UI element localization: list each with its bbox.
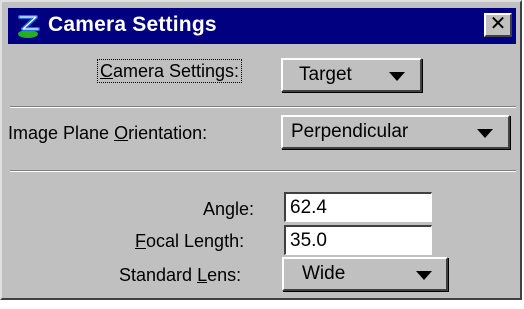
- camera-settings-dialog: Camera Settings ✕ Camera Settings: Targe…: [0, 0, 522, 300]
- standard-lens-dropdown[interactable]: Wide: [282, 257, 448, 291]
- image-plane-orientation-label: Image Plane Orientation:: [8, 123, 207, 144]
- angle-label-pre: An: [203, 199, 226, 219]
- image-plane-label-mnemonic: O: [114, 123, 129, 143]
- microstation-logo-icon: [18, 15, 40, 38]
- camera-settings-label: Camera Settings:: [97, 59, 243, 83]
- focal-length-label-mnemonic: F: [135, 231, 146, 251]
- focal-length-label-post: ocal Length:: [146, 231, 245, 251]
- angle-label-mnemonic: g: [225, 199, 236, 219]
- angle-input[interactable]: [286, 194, 431, 221]
- chevron-down-icon: [416, 271, 432, 280]
- standard-lens-label-post: ens:: [207, 265, 242, 285]
- title-bar[interactable]: Camera Settings ✕: [8, 8, 516, 44]
- camera-settings-label-post: amera Settings:: [113, 61, 240, 81]
- image-plane-orientation-value: Perpendicular: [291, 121, 409, 142]
- camera-settings-dropdown[interactable]: Target: [281, 58, 422, 92]
- focal-length-input[interactable]: [286, 227, 431, 254]
- angle-field[interactable]: [284, 192, 432, 222]
- standard-lens-label-mnemonic: L: [197, 265, 208, 285]
- focal-length-field[interactable]: [284, 225, 432, 255]
- angle-label-post: le:: [235, 199, 255, 219]
- image-plane-orientation-dropdown[interactable]: Perpendicular: [281, 115, 510, 149]
- image-plane-label-pre: Image Plane: [8, 123, 115, 143]
- standard-lens-label-pre: Standard: [119, 265, 198, 285]
- standard-lens-label: Standard Lens:: [119, 265, 241, 286]
- standard-lens-value: Wide: [302, 263, 346, 284]
- camera-settings-label-focus: Camera Settings:: [97, 59, 243, 83]
- camera-settings-value: Target: [299, 64, 352, 85]
- separator: [10, 170, 516, 172]
- close-button[interactable]: ✕: [484, 13, 512, 37]
- focal-length-label: Focal Length:: [135, 231, 244, 252]
- image-plane-label-post: rientation:: [128, 123, 208, 143]
- separator: [10, 106, 516, 108]
- chevron-down-icon: [477, 129, 493, 138]
- camera-settings-label-mnemonic: C: [100, 61, 113, 81]
- angle-label: Angle:: [203, 199, 254, 220]
- chevron-down-icon: [389, 72, 405, 81]
- window-title: Camera Settings: [48, 13, 217, 36]
